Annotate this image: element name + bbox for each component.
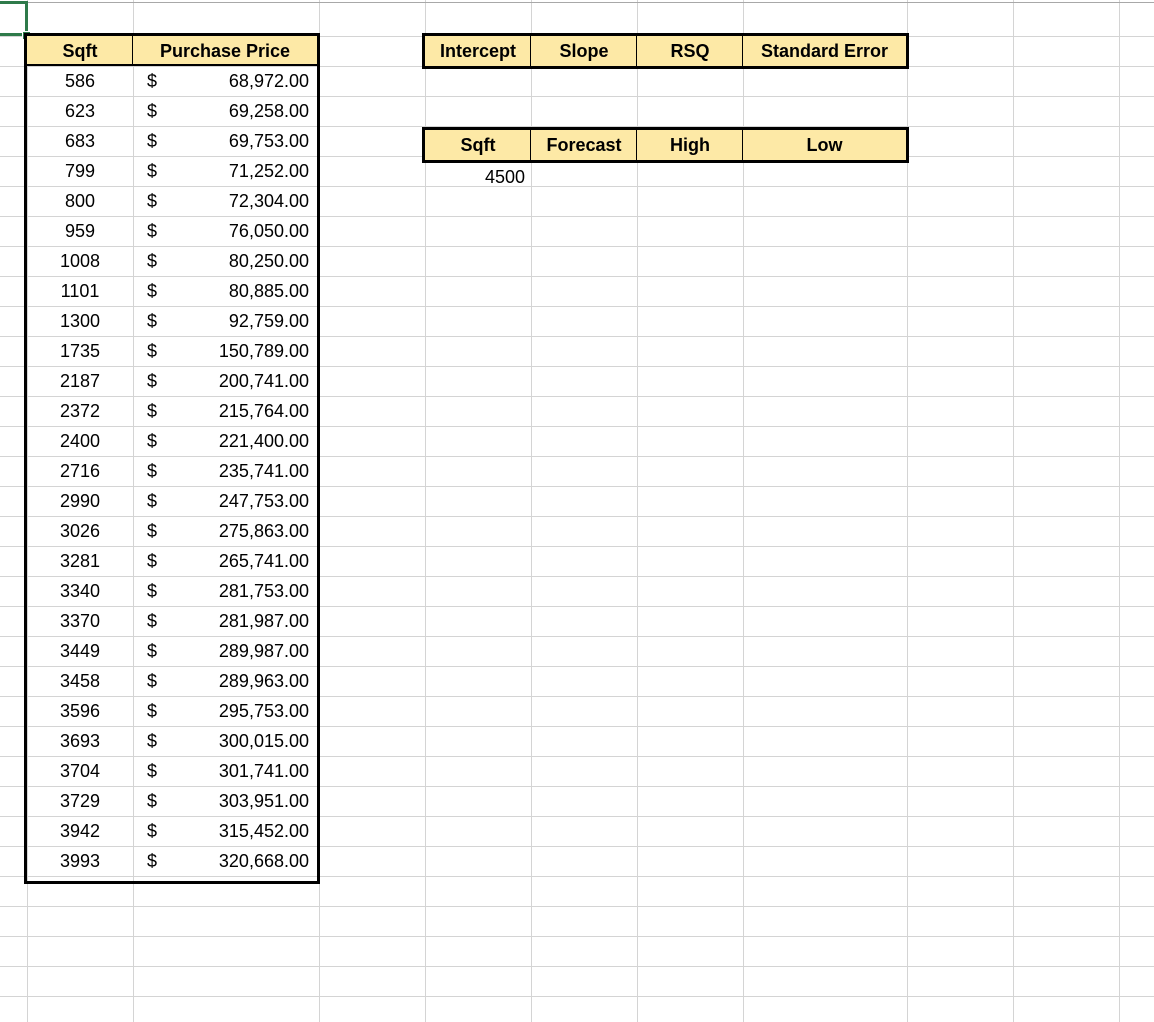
sqft-cell[interactable]: 959: [27, 216, 133, 246]
sqft-cell[interactable]: 3693: [27, 726, 133, 756]
sqft-cell[interactable]: 2187: [27, 366, 133, 396]
purchase-price-cell[interactable]: 92,759.00: [133, 306, 319, 336]
sqft-cell[interactable]: 1008: [27, 246, 133, 276]
purchase-price-cell[interactable]: 68,972.00: [133, 66, 319, 96]
sqft-cell[interactable]: 3993: [27, 846, 133, 876]
gridline-col-7: [907, 0, 908, 1022]
sqft-cell[interactable]: 2990: [27, 486, 133, 516]
gridline-row-31: [0, 966, 1154, 967]
forecast-divider-1: [530, 130, 531, 160]
purchase-price-cell[interactable]: 69,753.00: [133, 126, 319, 156]
forecast-divider-2: [636, 130, 637, 160]
purchase-price-cell[interactable]: 265,741.00: [133, 546, 319, 576]
forecast-divider-3: [742, 130, 743, 160]
sqft-cell[interactable]: 1300: [27, 306, 133, 336]
header-standard-error[interactable]: Standard Error: [743, 36, 906, 66]
header-forecast-sqft[interactable]: Sqft: [425, 130, 531, 160]
purchase-price-cell[interactable]: 281,753.00: [133, 576, 319, 606]
sqft-cell[interactable]: 1735: [27, 336, 133, 366]
sqft-cell[interactable]: 3596: [27, 696, 133, 726]
gridline-row-32: [0, 996, 1154, 997]
sqft-cell[interactable]: 3281: [27, 546, 133, 576]
selection-border-top: [0, 1, 28, 4]
purchase-price-cell[interactable]: 215,764.00: [133, 396, 319, 426]
purchase-price-cell[interactable]: 303,951.00: [133, 786, 319, 816]
sqft-cell[interactable]: 2716: [27, 456, 133, 486]
header-sqft[interactable]: Sqft: [27, 36, 133, 66]
sqft-cell[interactable]: 623: [27, 96, 133, 126]
sqft-cell[interactable]: 3026: [27, 516, 133, 546]
sqft-cell[interactable]: 3449: [27, 636, 133, 666]
stats-divider-2: [636, 36, 637, 66]
gridline-row-29: [0, 906, 1154, 907]
sqft-cell[interactable]: 2372: [27, 396, 133, 426]
sqft-cell[interactable]: 1101: [27, 276, 133, 306]
purchase-price-cell[interactable]: 71,252.00: [133, 156, 319, 186]
gridline-row-28: [0, 876, 1154, 877]
forecast-sqft-value[interactable]: 4500: [425, 162, 531, 192]
sqft-cell[interactable]: 3942: [27, 816, 133, 846]
selection-border-bottom: [0, 33, 24, 36]
sqft-cell[interactable]: 3340: [27, 576, 133, 606]
purchase-price-cell[interactable]: 69,258.00: [133, 96, 319, 126]
sqft-cell[interactable]: 3370: [27, 606, 133, 636]
gridline-col-9: [1119, 0, 1120, 1022]
purchase-price-cell[interactable]: 289,963.00: [133, 666, 319, 696]
sqft-cell[interactable]: 3704: [27, 756, 133, 786]
purchase-price-cell[interactable]: 150,789.00: [133, 336, 319, 366]
purchase-price-cell[interactable]: 275,863.00: [133, 516, 319, 546]
purchase-price-cell[interactable]: 281,987.00: [133, 606, 319, 636]
purchase-price-cell[interactable]: 221,400.00: [133, 426, 319, 456]
header-intercept[interactable]: Intercept: [425, 36, 531, 66]
header-rsq[interactable]: RSQ: [637, 36, 743, 66]
header-purchase-price[interactable]: Purchase Price: [133, 36, 317, 66]
purchase-price-cell[interactable]: 80,250.00: [133, 246, 319, 276]
purchase-price-cell[interactable]: 300,015.00: [133, 726, 319, 756]
sqft-cell[interactable]: 683: [27, 126, 133, 156]
purchase-price-cell[interactable]: 289,987.00: [133, 636, 319, 666]
sqft-cell[interactable]: 3729: [27, 786, 133, 816]
purchase-price-cell[interactable]: 295,753.00: [133, 696, 319, 726]
header-slope[interactable]: Slope: [531, 36, 637, 66]
purchase-price-cell[interactable]: 80,885.00: [133, 276, 319, 306]
sqft-cell[interactable]: 799: [27, 156, 133, 186]
purchase-price-cell[interactable]: 247,753.00: [133, 486, 319, 516]
gridline-col-8: [1013, 0, 1014, 1022]
purchase-price-cell[interactable]: 320,668.00: [133, 846, 319, 876]
column-header-edge: [0, 2, 1154, 3]
gridline-row-30: [0, 936, 1154, 937]
sqft-cell[interactable]: 586: [27, 66, 133, 96]
header-forecast[interactable]: Forecast: [531, 130, 637, 160]
sqft-cell[interactable]: 3458: [27, 666, 133, 696]
spreadsheet-grid[interactable]: Sqft Purchase Price 586 $68,972.00 623 $69,…: [0, 0, 1154, 1022]
gridline-col-2: [319, 0, 320, 1022]
sqft-cell[interactable]: 2400: [27, 426, 133, 456]
header-low[interactable]: Low: [743, 130, 906, 160]
purchase-price-cell[interactable]: 235,741.00: [133, 456, 319, 486]
stats-divider-3: [742, 36, 743, 66]
header-high[interactable]: High: [637, 130, 743, 160]
active-cell-selection[interactable]: [0, 0, 31, 40]
purchase-price-cell[interactable]: 315,452.00: [133, 816, 319, 846]
purchase-price-cell[interactable]: 200,741.00: [133, 366, 319, 396]
purchase-price-cell[interactable]: 72,304.00: [133, 186, 319, 216]
sqft-cell[interactable]: 800: [27, 186, 133, 216]
purchase-price-cell[interactable]: 76,050.00: [133, 216, 319, 246]
data-table-header-underline: [24, 64, 320, 66]
data-table-header-divider: [132, 36, 133, 66]
stats-divider-1: [530, 36, 531, 66]
purchase-price-cell[interactable]: 301,741.00: [133, 756, 319, 786]
